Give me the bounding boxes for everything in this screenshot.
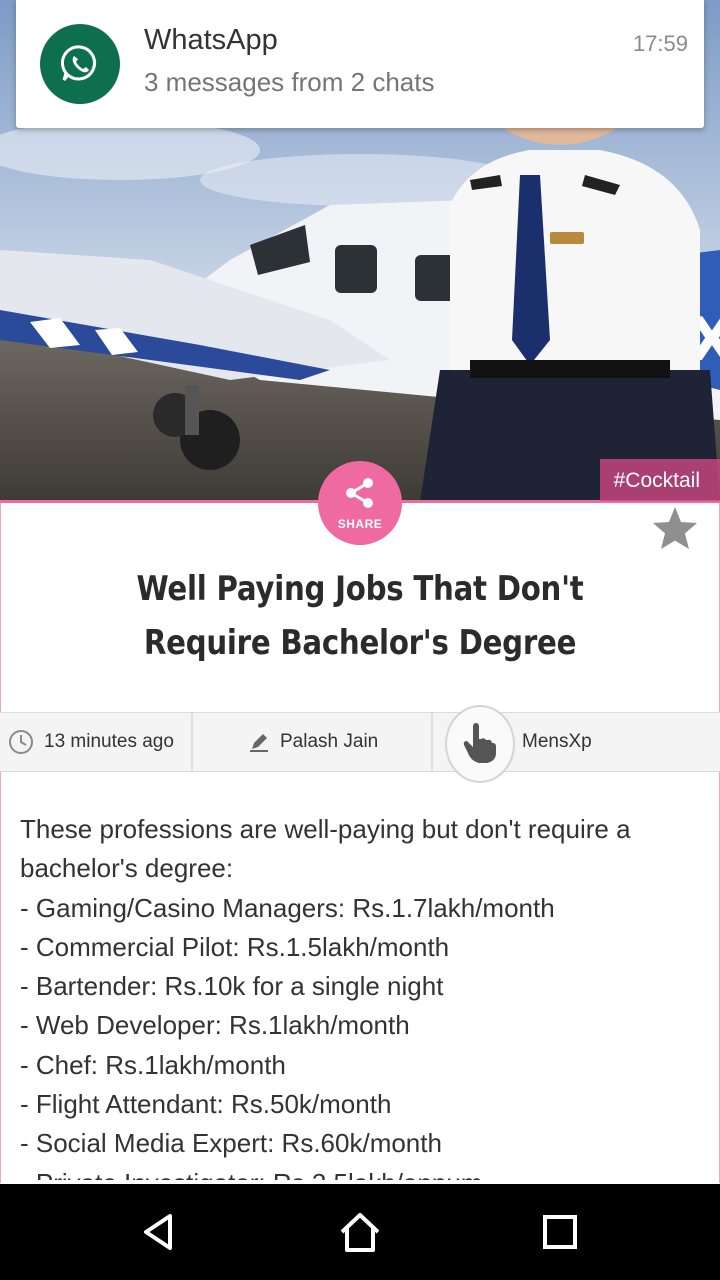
category-tag[interactable]: #Cocktail — [599, 459, 720, 501]
share-icon — [346, 478, 373, 508]
body-list-item: - Flight Attendant: Rs.50k/month — [20, 1089, 392, 1120]
article-title: Well Paying Jobs That Don't Require Bach… — [136, 569, 584, 663]
author-name: Palash Jain — [280, 731, 379, 752]
home-icon — [340, 1213, 380, 1252]
whatsapp-icon — [60, 45, 96, 81]
nav-recents-button[interactable] — [536, 1208, 584, 1256]
navigation-bar — [0, 1184, 720, 1280]
share-label: SHARE — [337, 517, 383, 531]
recents-icon — [543, 1215, 577, 1249]
tap-hand-icon — [463, 723, 496, 763]
source-name: MensXp — [522, 731, 592, 752]
body-list-item: - Web Developer: Rs.1lakh/month — [20, 1010, 410, 1041]
time-ago: 13 minutes ago — [8, 713, 174, 771]
notification-app-icon — [40, 24, 120, 104]
body-paragraph: These professions are well-paying but do… — [20, 814, 631, 884]
body-list-item: - Bartender: Rs.10k for a single night — [20, 971, 444, 1002]
nav-back-button[interactable] — [136, 1208, 184, 1256]
time-ago-text: 13 minutes ago — [44, 731, 174, 752]
notification-text: 3 messages from 2 chats — [144, 67, 435, 97]
pencil-icon — [250, 734, 268, 752]
article-meta-bar: 13 minutes ago Palash Jain MensXp — [0, 712, 720, 772]
meta-divider — [431, 713, 433, 771]
whatsapp-notification[interactable]: WhatsApp 17:59 3 messages from 2 chats — [16, 0, 704, 128]
meta-divider — [191, 713, 193, 771]
body-list-item: - Commercial Pilot: Rs.1.5lakh/month — [20, 931, 450, 962]
body-list-item: - Social Media Expert: Rs.60k/month — [20, 1128, 442, 1159]
article-body: These professions are well-paying but do… — [20, 810, 700, 1180]
body-list-item: - Private Investigator: Rs.3.5lakh/annum — [20, 1164, 700, 1180]
bookmark-button[interactable] — [650, 505, 700, 556]
source[interactable]: MensXp — [522, 713, 592, 771]
nav-home-button[interactable] — [336, 1208, 384, 1256]
share-button[interactable]: SHARE — [318, 461, 402, 545]
back-icon — [144, 1214, 172, 1250]
author[interactable]: Palash Jain — [248, 713, 378, 771]
clock-icon — [9, 730, 33, 754]
source-link-button[interactable] — [445, 705, 515, 783]
notification-app-name: WhatsApp — [144, 24, 278, 56]
body-list-item: - Gaming/Casino Managers: Rs.1.7lakh/mon… — [20, 892, 555, 923]
star-icon — [653, 507, 697, 549]
body-list-item: - Chef: Rs.1lakh/month — [20, 1049, 286, 1080]
notification-time: 17:59 — [632, 31, 688, 56]
